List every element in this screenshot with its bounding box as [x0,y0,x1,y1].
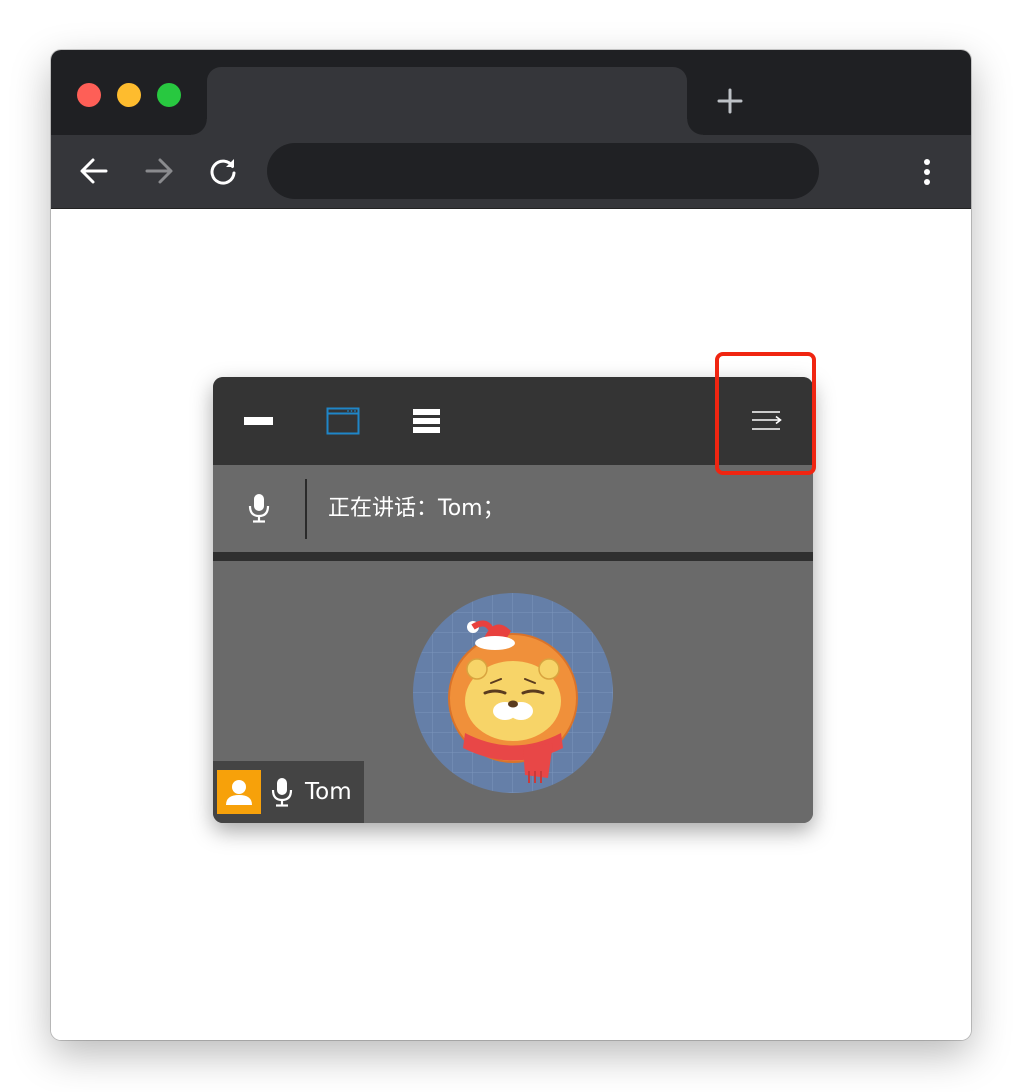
section-divider [213,552,813,561]
new-tab-button[interactable] [715,86,745,116]
browser-toolbar [51,135,971,209]
tab-strip [51,50,971,135]
forward-button[interactable] [140,152,178,190]
speaker-status: 正在讲话：Tom； [328,496,505,521]
more-vertical-icon [924,159,930,185]
browser-tab[interactable] [191,67,703,135]
participant-mic [269,775,295,809]
meeting-widget: 正在讲话：Tom； Tom [213,377,813,823]
user-badge [217,770,261,814]
microphone-icon [271,778,293,807]
list-mode-icon [413,409,440,433]
minimize-window-button[interactable] [117,83,141,107]
plus-icon [717,88,743,114]
microphone-icon [248,494,270,523]
user-icon [226,780,252,805]
widget-header [213,377,813,465]
window-mode-button[interactable] [323,401,363,441]
participant-name: Tom [305,779,352,805]
avatar [413,593,613,793]
arrow-right-icon [145,158,173,184]
reload-button[interactable] [204,152,242,190]
close-window-button[interactable] [77,83,101,107]
reload-icon [210,159,236,185]
participant-video[interactable]: Tom [213,561,813,823]
minimize-button[interactable] [239,401,279,441]
address-bar[interactable] [267,143,819,199]
speaker-mic [243,492,275,524]
back-button[interactable] [75,152,113,190]
window-mode-icon [326,407,360,435]
speaker-divider [305,479,307,539]
speaker-bar: 正在讲话：Tom； [213,465,813,552]
list-mode-button[interactable] [407,401,447,441]
browser-menu-button[interactable] [911,153,943,191]
minimize-icon [244,417,273,425]
participant-name-tag: Tom [213,761,364,823]
arrow-left-icon [80,158,108,184]
collapse-panel-icon [752,411,782,430]
collapse-panel-button[interactable] [747,401,787,441]
lion-avatar-icon [413,593,613,793]
maximize-window-button[interactable] [157,83,181,107]
